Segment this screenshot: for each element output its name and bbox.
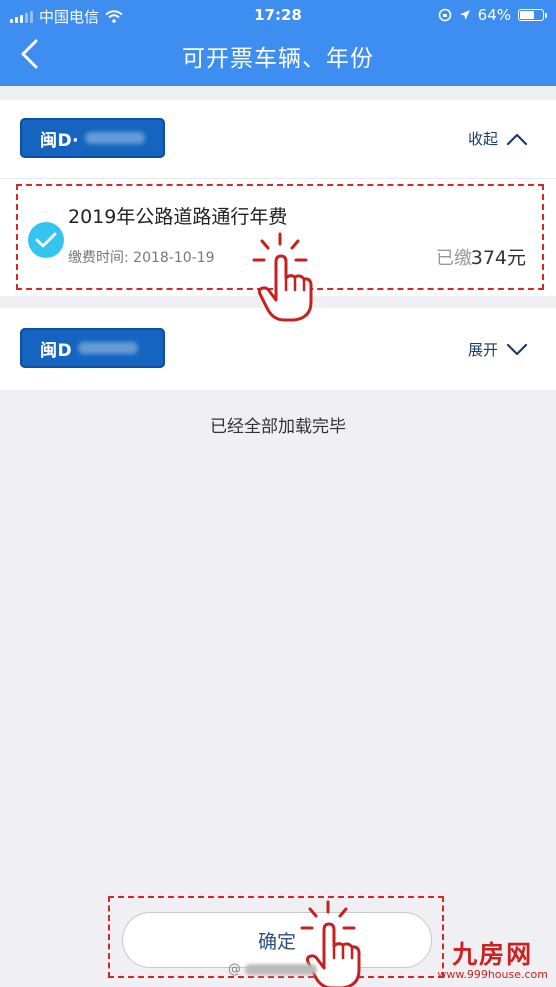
divider xyxy=(0,178,556,179)
vehicle-card: 闽D 展开 xyxy=(0,308,556,390)
weibo-blurred-name xyxy=(245,964,317,975)
rotation-lock-icon xyxy=(438,8,451,22)
weibo-at-sign: @ xyxy=(228,962,241,977)
chevron-down-icon xyxy=(506,343,528,355)
brand-url: www.999house.com xyxy=(437,968,548,981)
weibo-watermark: @ xyxy=(228,962,317,977)
chevron-up-icon xyxy=(506,133,528,145)
plate-masked-number xyxy=(78,342,139,354)
plate-masked-number xyxy=(85,132,146,144)
payment-time: 缴费时间: 2018-10-19 xyxy=(68,250,215,266)
vehicle-card: 闽D· 收起 2019年公路道路通行年费 缴费时间: 2018-10-19 已缴… xyxy=(0,100,556,296)
back-button[interactable] xyxy=(10,34,50,74)
license-plate: 闽D· xyxy=(20,118,165,158)
brand-watermark: 九房网 www.999house.com xyxy=(437,940,548,982)
status-bar: 中国电信 17:28 64% xyxy=(0,0,556,30)
plate-prefix: 闽D xyxy=(40,340,73,361)
load-complete-text: 已经全部加载完毕 xyxy=(210,417,346,437)
status-right: 64% xyxy=(438,6,547,24)
fee-list-item[interactable]: 2019年公路道路通行年费 缴费时间: 2018-10-19 已缴 374元 xyxy=(0,180,556,292)
plate-prefix: 闽D· xyxy=(40,130,80,151)
expand-toggle[interactable]: 展开 xyxy=(468,339,528,360)
confirm-button[interactable]: 确定 xyxy=(122,912,432,968)
top-bar: 中国电信 17:28 64% 可开票车辆、年份 xyxy=(0,0,556,86)
chevron-left-icon xyxy=(21,39,38,69)
battery-icon xyxy=(518,9,547,21)
battery-percent: 64% xyxy=(477,6,511,24)
payment-status: 已缴 xyxy=(436,248,472,269)
page-title: 可开票车辆、年份 xyxy=(182,46,374,72)
fee-amount: 374元 xyxy=(470,247,526,269)
checkmark-icon[interactable] xyxy=(28,222,64,258)
toggle-label: 收起 xyxy=(467,130,498,148)
license-plate: 闽D xyxy=(20,328,165,368)
battery-fill xyxy=(520,11,535,19)
fee-title: 2019年公路道路通行年费 xyxy=(68,206,288,228)
collapse-toggle[interactable]: 收起 xyxy=(468,128,528,149)
brand-logo-text: 九房网 xyxy=(452,940,534,969)
location-icon xyxy=(459,10,470,20)
toggle-label: 展开 xyxy=(467,341,498,359)
